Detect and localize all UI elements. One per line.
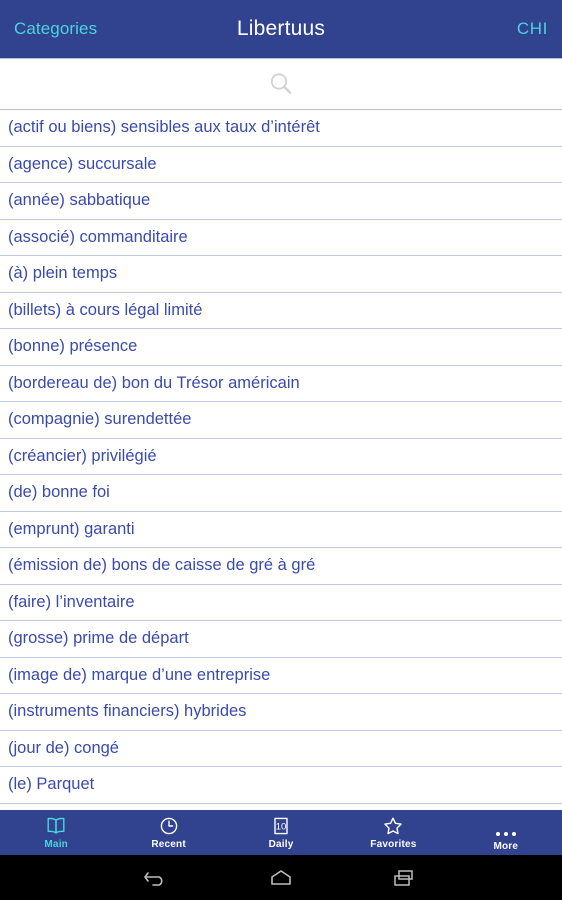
list-item-label: (à) plein temps [8,264,118,283]
tab-recent[interactable]: Recent [112,810,224,855]
back-arrow-icon[interactable] [136,863,178,893]
list-item[interactable]: (compagnie) surendettée [0,402,562,439]
dictionary-list[interactable]: (actif ou biens) sensibles aux taux d’in… [0,110,562,900]
list-item[interactable]: (bonne) présence [0,329,562,366]
list-item-label: (jour de) congé [8,738,119,757]
list-item-label: (année) sabbatique [8,191,151,210]
list-item-label: (actif ou biens) sensibles aux taux d’in… [8,118,320,137]
list-item-label: (émission de) bons de caisse de gré à gr… [8,556,316,575]
app-header: Categories Libertuus CHI [0,0,562,58]
list-item-label: (bonne) présence [8,337,138,356]
list-item-label: (bordereau de) bon du Trésor américain [8,373,300,392]
list-item-label: (agence) succursale [8,154,157,173]
list-item[interactable]: (bordereau de) bon du Trésor américain [0,365,562,402]
list-item[interactable]: (de) bonne foi [0,475,562,512]
list-item-label: (faire) l’inventaire [8,592,135,611]
ellipsis-dot [511,831,516,836]
list-item[interactable]: (instruments financiers) hybrides [0,694,562,731]
star-icon [382,815,404,837]
list-item-label: (billets) à cours légal limité [8,300,203,319]
clock-icon [158,815,180,837]
list-item-label: (grosse) prime de départ [8,629,189,648]
tab-main[interactable]: Main [0,810,112,855]
list-item-label: (instruments financiers) hybrides [8,702,247,721]
tab-label: More [493,840,519,852]
search-bar[interactable] [0,58,562,110]
calendar-icon: 10 [270,815,292,837]
list-item[interactable]: (actif ou biens) sensibles aux taux d’in… [0,110,562,147]
tab-more[interactable]: More [450,810,562,855]
tab-label: Recent [151,839,186,850]
list-item[interactable]: (jour de) congé [0,730,562,767]
ellipsis-dot [495,831,500,836]
list-item[interactable]: (emprunt) garanti [0,511,562,548]
list-item-label: (compagnie) surendettée [8,410,192,429]
tab-label: Daily [268,839,294,850]
list-item[interactable]: (agence) succursale [0,146,562,183]
list-item[interactable]: (le) Parquet [0,767,562,804]
list-item-label: (le) Parquet [8,775,95,794]
tab-daily[interactable]: 10 Daily [225,810,337,855]
list-item-label: (de) bonne foi [8,483,110,502]
list-item[interactable]: (faire) l’inventaire [0,584,562,621]
list-item[interactable]: (créancier) privilégié [0,438,562,475]
list-item-label: (image de) marque d’une entreprise [8,665,271,684]
tab-favorites[interactable]: Favorites [337,810,449,855]
svg-text:10: 10 [276,822,287,833]
list-item-label: (emprunt) garanti [8,519,135,538]
list-item[interactable]: (associé) commanditaire [0,219,562,256]
list-item[interactable]: (grosse) prime de départ [0,621,562,658]
list-item-label: (associé) commanditaire [8,227,188,246]
language-button[interactable]: CHI [517,19,548,39]
categories-button[interactable]: Categories [14,19,97,39]
ellipsis-dot [503,831,508,836]
recent-apps-icon[interactable] [384,863,426,893]
home-icon[interactable] [260,863,302,893]
ellipsis-icon [495,814,516,839]
list-item[interactable]: (émission de) bons de caisse de gré à gr… [0,548,562,585]
tab-label: Favorites [370,839,417,850]
list-item[interactable]: (image de) marque d’une entreprise [0,657,562,694]
list-item-label: (créancier) privilégié [8,446,157,465]
list-item[interactable]: (année) sabbatique [0,183,562,220]
list-item[interactable]: (billets) à cours légal limité [0,292,562,329]
bottom-tab-bar: Main Recent 10 Daily Favorites More [0,810,562,855]
tab-label: Main [44,839,68,850]
book-icon [45,815,67,837]
app-root: Categories Libertuus CHI (actif ou biens… [0,0,562,900]
android-nav-bar [0,855,562,900]
list-item[interactable]: (à) plein temps [0,256,562,293]
search-icon[interactable] [264,67,298,101]
